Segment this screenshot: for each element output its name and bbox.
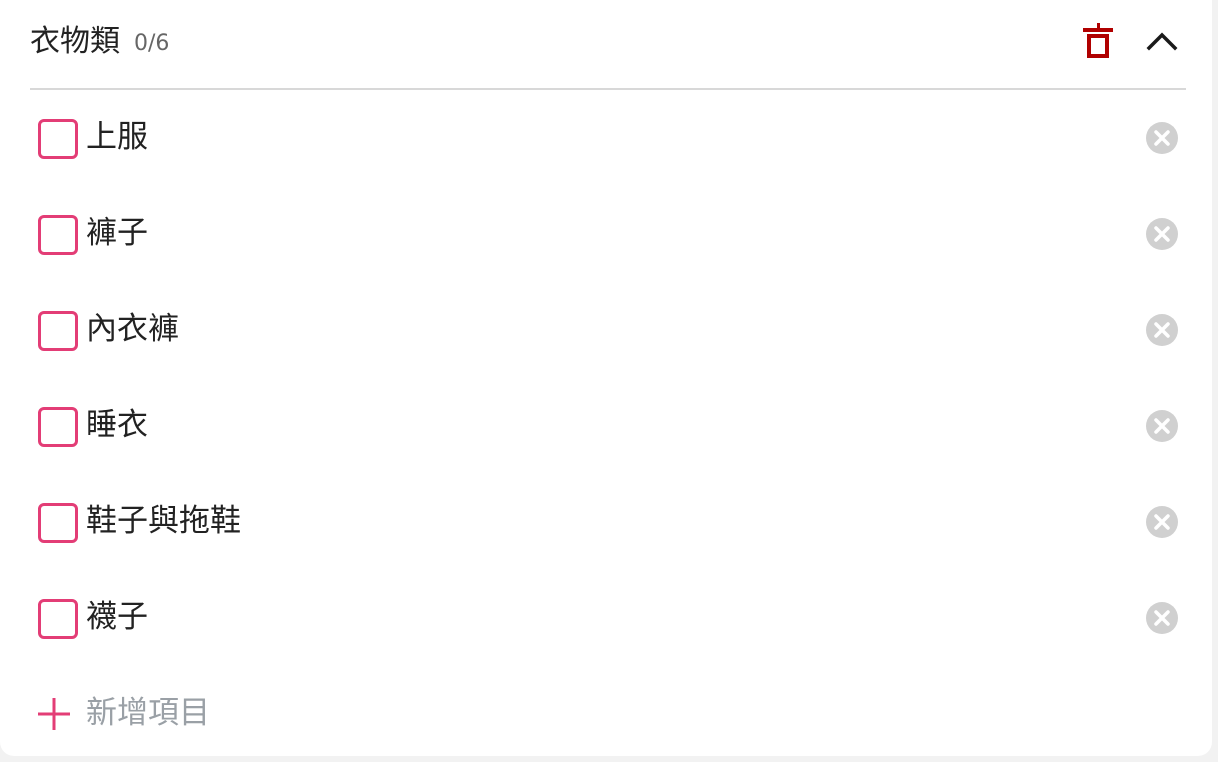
checklist-item: 襪子 bbox=[30, 570, 1186, 666]
collapse-section-button[interactable] bbox=[1140, 20, 1184, 64]
close-circle-icon bbox=[1146, 122, 1178, 154]
checklist-item: 鞋子與拖鞋 bbox=[30, 474, 1186, 570]
section-title: 衣物類 bbox=[30, 24, 120, 59]
close-circle-icon bbox=[1146, 410, 1178, 442]
close-circle-icon bbox=[1146, 506, 1178, 538]
item-label: 睡衣 bbox=[86, 407, 148, 443]
close-circle-icon bbox=[1146, 314, 1178, 346]
item-checkbox[interactable] bbox=[38, 119, 78, 159]
item-label: 鞋子與拖鞋 bbox=[86, 503, 241, 539]
remove-item-button[interactable] bbox=[1144, 216, 1180, 252]
add-item-button[interactable]: 新增項目 bbox=[30, 680, 430, 750]
item-label: 內衣褲 bbox=[86, 311, 179, 347]
section-progress-count: 0/6 bbox=[134, 31, 170, 56]
chevron-up-icon bbox=[1146, 32, 1178, 51]
checklist-item: 褲子 bbox=[30, 186, 1186, 282]
remove-item-button[interactable] bbox=[1144, 408, 1180, 444]
section-header: 衣物類 0/6 bbox=[30, 0, 1186, 90]
checklist-item: 內衣褲 bbox=[30, 282, 1186, 378]
item-label: 上服 bbox=[86, 119, 148, 155]
item-checkbox[interactable] bbox=[38, 215, 78, 255]
remove-item-button[interactable] bbox=[1144, 120, 1180, 156]
item-checkbox[interactable] bbox=[38, 311, 78, 351]
item-label: 褲子 bbox=[86, 215, 148, 251]
close-circle-icon bbox=[1146, 218, 1178, 250]
item-label: 襪子 bbox=[86, 599, 148, 635]
add-item-label: 新增項目 bbox=[86, 695, 210, 731]
item-checkbox[interactable] bbox=[38, 407, 78, 447]
delete-section-button[interactable] bbox=[1076, 20, 1120, 64]
checklist-item: 睡衣 bbox=[30, 378, 1186, 474]
checklist-item: 上服 bbox=[30, 90, 1186, 186]
remove-item-button[interactable] bbox=[1144, 504, 1180, 540]
checklist-card: 衣物類 0/6 上服褲子內衣褲睡衣鞋子與拖鞋襪子 新增項目 bbox=[0, 0, 1212, 756]
item-checkbox[interactable] bbox=[38, 599, 78, 639]
trash-icon bbox=[1083, 23, 1113, 58]
remove-item-button[interactable] bbox=[1144, 600, 1180, 636]
close-circle-icon bbox=[1146, 602, 1178, 634]
remove-item-button[interactable] bbox=[1144, 312, 1180, 348]
plus-icon bbox=[38, 698, 70, 730]
item-checkbox[interactable] bbox=[38, 503, 78, 543]
